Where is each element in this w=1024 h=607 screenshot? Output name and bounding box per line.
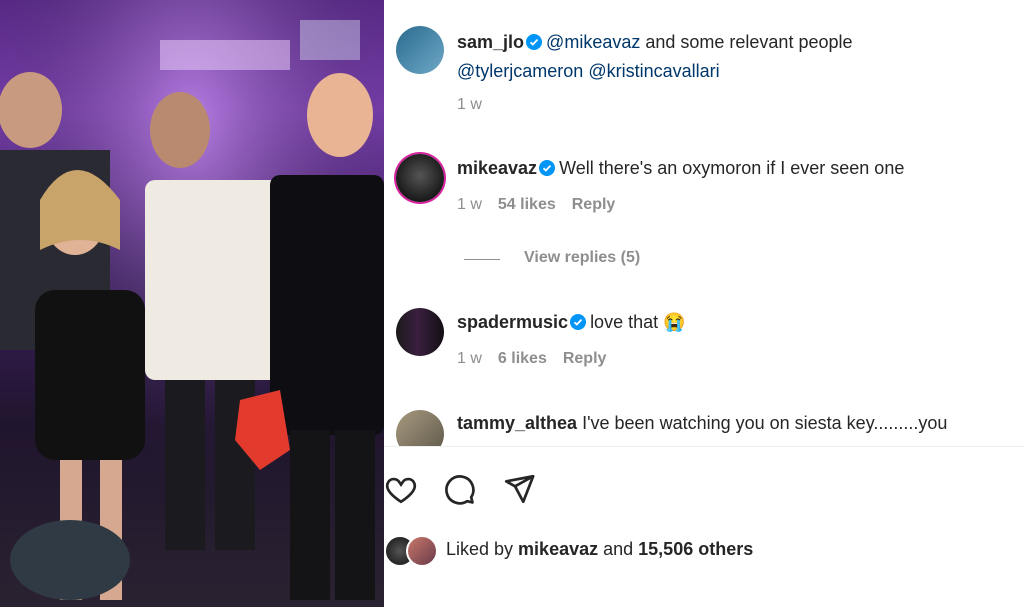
mention-link[interactable]: @tylerjcameron [457,61,583,81]
actions-divider [384,446,1024,447]
likes-count[interactable]: 15,506 others [638,539,753,559]
comment-icon[interactable] [442,472,476,506]
comment-clip: tammy_althea I've been watching you on s… [384,400,1024,446]
liked-by-prefix: Liked by [446,539,519,559]
liker-avatar[interactable] [406,535,438,567]
comment-likes[interactable]: 54 likes [498,196,556,213]
comment-username[interactable]: tammy_althea [457,413,577,433]
caption-body: and some relevant people [640,32,853,52]
comment-username[interactable]: mikeavaz [457,158,537,178]
comment-username[interactable]: spadermusic [457,312,568,332]
verified-badge-icon [570,311,587,338]
liked-by-user[interactable]: mikeavaz [518,539,598,559]
mention-link[interactable]: @kristincavallari [588,61,719,81]
group-photo [0,0,384,607]
comment-text: mikeavaz Well there's an oxymoron if I ev… [457,155,904,184]
comment-body: love that [590,312,659,332]
caption-time[interactable]: 1 w [457,96,482,113]
liked-by-middle: and [598,539,639,559]
comment-text: spadermusic love that 😭 [457,309,686,338]
caption-meta: 1 w [457,96,498,114]
caption-text: sam_jlo @mikeavaz and some relevant peopl… [457,29,853,85]
avatar-sam-jlo[interactable] [396,26,444,74]
comments-panel: sam_jlo @mikeavaz and some relevant peopl… [384,0,1024,607]
mention-link[interactable]: @mikeavaz [546,32,640,52]
comment-meta: 1 w 6 likes Reply [457,350,622,368]
comment-body: I've been watching you on siesta key....… [582,413,948,433]
comment-text: tammy_althea I've been watching you on s… [457,410,947,437]
post-photo[interactable] [0,0,384,607]
comment-body: Well there's an oxymoron if I ever seen … [559,158,905,178]
avatar-tammy-althea[interactable] [396,410,444,446]
reply-button[interactable]: Reply [572,196,616,213]
share-icon[interactable] [502,472,536,506]
reply-button[interactable]: Reply [563,350,607,367]
heart-icon[interactable] [384,472,418,506]
liked-by-text: Liked by mikeavaz and 15,506 others [446,539,753,560]
replies-line [464,259,500,260]
avatar-mikeavaz[interactable] [396,154,444,202]
avatar-spadermusic[interactable] [396,308,444,356]
comment-likes[interactable]: 6 likes [498,350,547,367]
verified-badge-icon [526,31,543,58]
comment-time[interactable]: 1 w [457,350,482,367]
crying-emoji-icon: 😭 [663,312,686,332]
caption-username[interactable]: sam_jlo [457,32,524,52]
comment-time[interactable]: 1 w [457,196,482,213]
verified-badge-icon [539,157,556,184]
view-replies-button[interactable]: View replies (5) [524,249,640,267]
comment-meta: 1 w 54 likes Reply [457,196,631,214]
